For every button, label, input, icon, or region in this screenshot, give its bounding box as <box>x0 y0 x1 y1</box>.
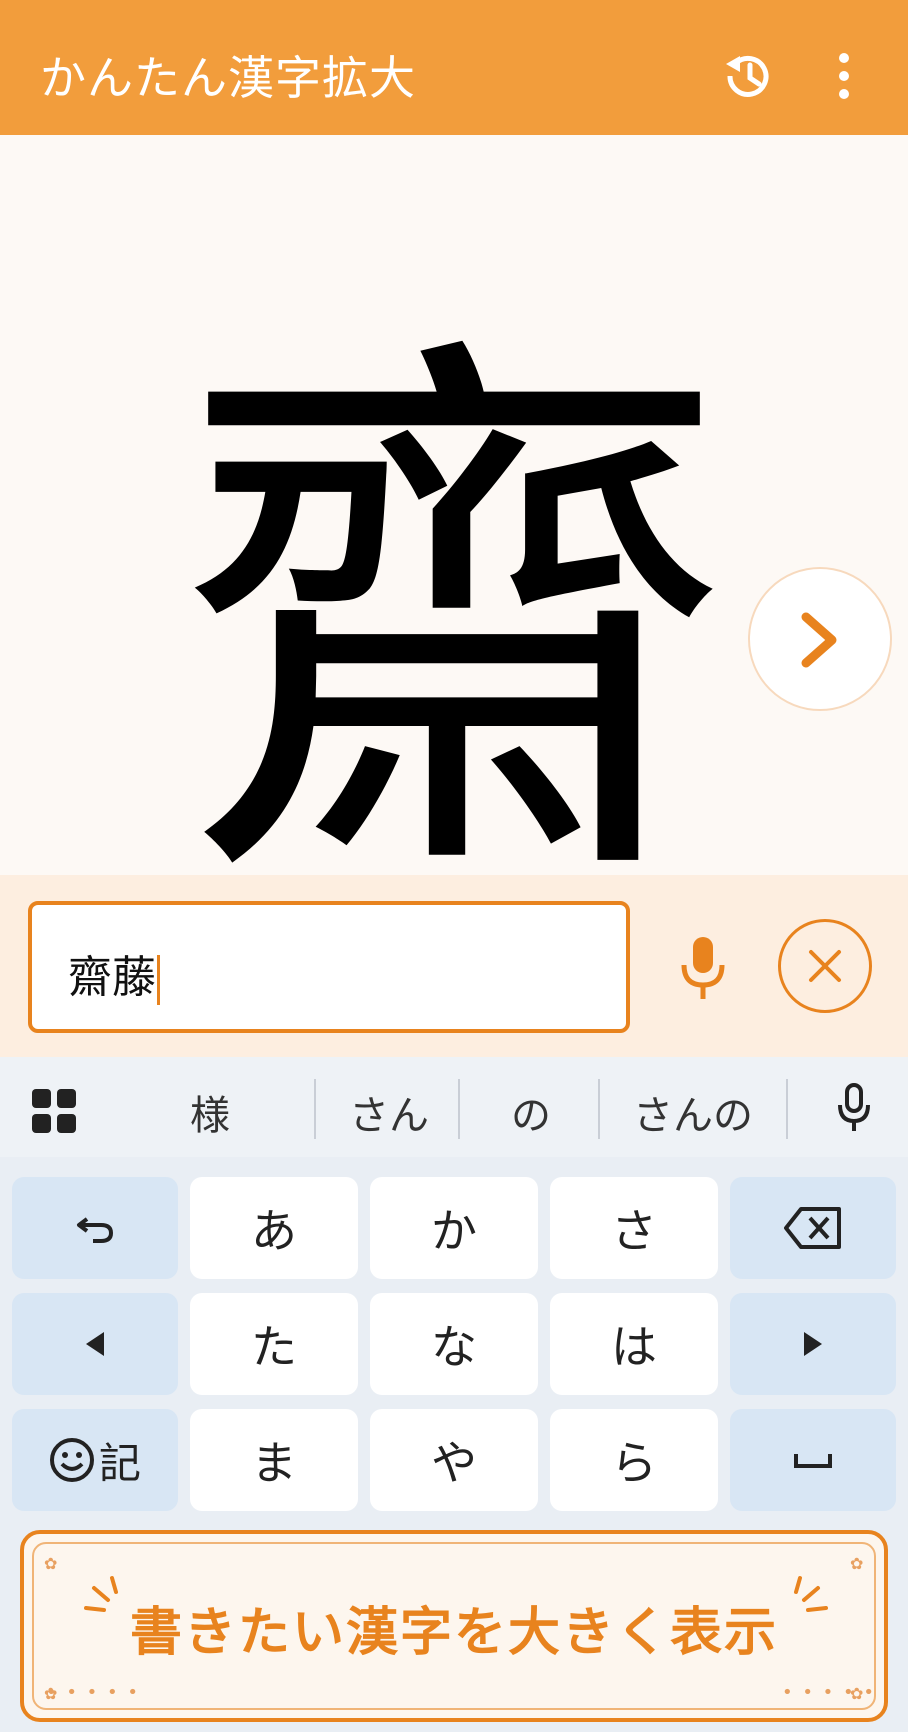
suggestion-item[interactable]: さんの <box>602 1083 784 1141</box>
clear-button[interactable] <box>778 919 872 1013</box>
kanji-input[interactable]: 齋藤 <box>28 901 630 1033</box>
input-area: 齋藤 <box>0 875 908 1057</box>
key-ha[interactable]: は <box>550 1293 718 1395</box>
backspace-icon <box>784 1207 841 1249</box>
key-ka[interactable]: か <box>370 1177 538 1279</box>
kanji-input-value: 齋藤 <box>68 952 156 1003</box>
suggestion-item[interactable]: さん <box>320 1083 458 1141</box>
chevron-right-icon <box>801 612 837 668</box>
promo-banner: ✿ ✿ ✿ ✿ 書きたい漢字を大きく表示 • • • • • • • • • • <box>20 1530 888 1722</box>
suggestion-divider <box>598 1079 600 1139</box>
more-vert-icon[interactable] <box>826 48 862 104</box>
suggestion-bar: 様 さん の さんの <box>0 1057 908 1157</box>
suggestion-item[interactable]: 様 <box>150 1083 270 1141</box>
suggestion-item[interactable]: の <box>462 1083 600 1141</box>
emoji-key-label: 記 <box>98 1438 141 1488</box>
next-kanji-button[interactable] <box>748 567 892 711</box>
app-title: かんたん漢字拡大 <box>40 51 416 105</box>
enlarged-kanji: 齋 <box>174 305 734 905</box>
arrow-left-icon <box>86 1332 104 1356</box>
cursor-right-key[interactable] <box>730 1293 896 1395</box>
mic-icon[interactable] <box>836 1083 872 1133</box>
key-ra[interactable]: ら <box>550 1409 718 1511</box>
key-a[interactable]: あ <box>190 1177 358 1279</box>
app-bar: かんたん漢字拡大 <box>0 0 908 135</box>
key-ta[interactable]: た <box>190 1293 358 1395</box>
arrow-right-icon <box>804 1332 822 1356</box>
key-ya[interactable]: や <box>370 1409 538 1511</box>
key-sa[interactable]: さ <box>550 1177 718 1279</box>
text-caret <box>157 955 160 1005</box>
key-ma[interactable]: ま <box>190 1409 358 1511</box>
kanji-display: 齋 <box>0 135 908 905</box>
emoji-icon <box>49 1438 94 1482</box>
space-key[interactable] <box>730 1409 896 1511</box>
mic-icon[interactable] <box>676 935 730 1001</box>
cursor-left-key[interactable] <box>12 1293 178 1395</box>
svg-text:齋: 齋 <box>174 305 734 905</box>
banner-text: 書きたい漢字を大きく表示 <box>129 1603 778 1663</box>
suggestion-divider <box>458 1079 460 1139</box>
apps-grid-icon[interactable] <box>32 1089 76 1133</box>
history-icon[interactable] <box>720 48 776 104</box>
flower-ornament-icon: ✿ <box>44 1554 58 1573</box>
suggestion-divider <box>314 1079 316 1139</box>
banner-dots: • • • • • <box>46 1682 140 1703</box>
undo-icon <box>77 1217 114 1243</box>
space-icon <box>794 1454 832 1468</box>
banner-dots: • • • • • <box>782 1682 876 1703</box>
undo-key[interactable] <box>12 1177 178 1279</box>
clear-icon <box>809 950 841 982</box>
backspace-key[interactable] <box>730 1177 896 1279</box>
suggestion-divider <box>786 1079 788 1139</box>
flower-ornament-icon: ✿ <box>850 1554 864 1573</box>
key-na[interactable]: な <box>370 1293 538 1395</box>
emoji-symbol-key[interactable]: 記 <box>12 1409 178 1511</box>
